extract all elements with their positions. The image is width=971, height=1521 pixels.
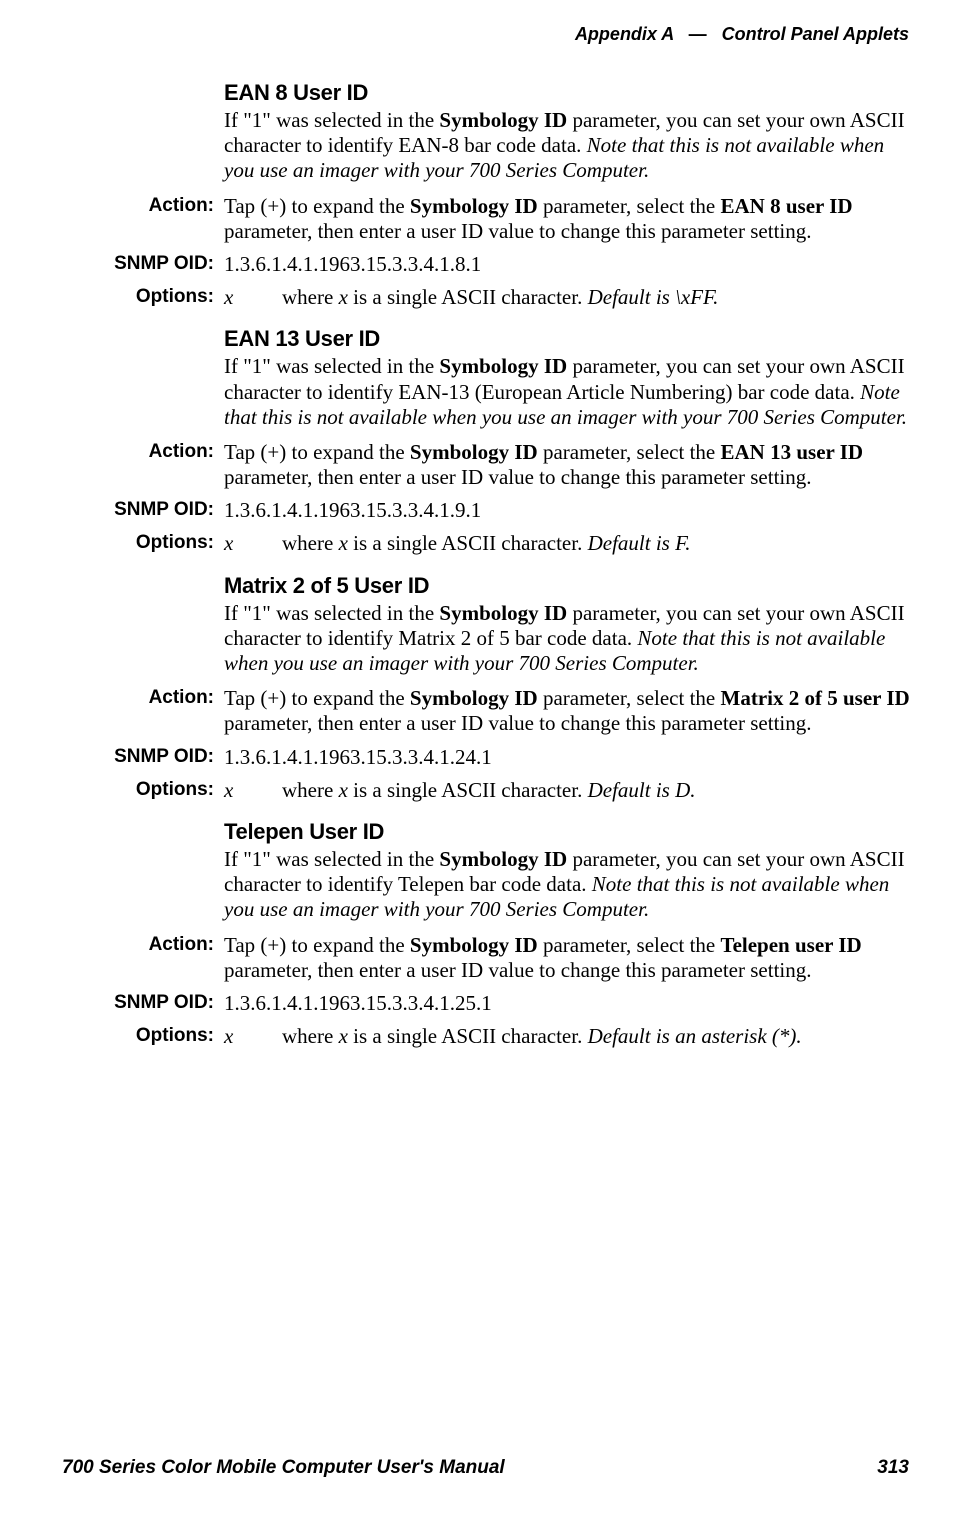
snmp-label: SNMP OID: [92,252,224,277]
snmp-label: SNMP OID: [92,745,224,770]
snmp-row: SNMP OID: 1.3.6.1.4.1.1963.15.3.3.4.1.24… [92,745,914,770]
action-label: Action: [92,194,224,244]
snmp-value: 1.3.6.1.4.1.1963.15.3.3.4.1.9.1 [224,498,914,523]
action-value: Tap (+) to expand the Symbology ID param… [224,194,914,244]
options-label: Options: [92,1024,224,1049]
options-value: x where x is a single ASCII character. D… [224,531,914,556]
options-row: Options: x where x is a single ASCII cha… [92,1024,914,1049]
snmp-row: SNMP OID: 1.3.6.1.4.1.1963.15.3.3.4.1.9.… [92,498,914,523]
page-footer: 700 Series Color Mobile Computer User's … [62,1457,909,1479]
options-value: x where x is a single ASCII character. D… [224,1024,914,1049]
action-label: Action: [92,440,224,490]
action-row: Action: Tap (+) to expand the Symbology … [92,194,914,244]
options-label: Options: [92,778,224,803]
action-row: Action: Tap (+) to expand the Symbology … [92,933,914,983]
section-title: Matrix 2 of 5 User ID [224,573,914,599]
footer-page-number: 313 [877,1457,909,1479]
snmp-value: 1.3.6.1.4.1.1963.15.3.3.4.1.24.1 [224,745,914,770]
options-label: Options: [92,285,224,310]
footer-manual-title: 700 Series Color Mobile Computer User's … [62,1457,505,1479]
header-title: Control Panel Applets [722,24,909,44]
action-row: Action: Tap (+) to expand the Symbology … [92,440,914,490]
section-matrix25: Matrix 2 of 5 User ID If "1" was selecte… [92,573,914,803]
section-title: EAN 8 User ID [224,80,914,106]
options-value: x where x is a single ASCII character. D… [224,778,914,803]
snmp-label: SNMP OID: [92,991,224,1016]
options-x: x [224,285,282,310]
section-intro: If "1" was selected in the Symbology ID … [224,108,914,184]
section-ean13: EAN 13 User ID If "1" was selected in th… [92,326,914,556]
options-desc: where x is a single ASCII character. Def… [282,778,914,803]
options-desc: where x is a single ASCII character. Def… [282,1024,914,1049]
options-desc: where x is a single ASCII character. Def… [282,285,914,310]
action-value: Tap (+) to expand the Symbology ID param… [224,440,914,490]
action-value: Tap (+) to expand the Symbology ID param… [224,686,914,736]
action-label: Action: [92,933,224,983]
options-row: Options: x where x is a single ASCII cha… [92,531,914,556]
snmp-value: 1.3.6.1.4.1.1963.15.3.3.4.1.8.1 [224,252,914,277]
section-intro: If "1" was selected in the Symbology ID … [224,847,914,923]
section-telepen: Telepen User ID If "1" was selected in t… [92,819,914,1049]
snmp-value: 1.3.6.1.4.1.1963.15.3.3.4.1.25.1 [224,991,914,1016]
options-x: x [224,531,282,556]
options-x: x [224,778,282,803]
section-intro: If "1" was selected in the Symbology ID … [224,601,914,677]
snmp-row: SNMP OID: 1.3.6.1.4.1.1963.15.3.3.4.1.25… [92,991,914,1016]
page-header: Appendix A — Control Panel Applets [575,24,909,45]
options-label: Options: [92,531,224,556]
header-dash: — [689,24,707,44]
snmp-label: SNMP OID: [92,498,224,523]
header-appendix: Appendix A [575,24,674,44]
page-content: EAN 8 User ID If "1" was selected in the… [92,80,914,1065]
section-intro: If "1" was selected in the Symbology ID … [224,354,914,430]
options-row: Options: x where x is a single ASCII cha… [92,778,914,803]
options-row: Options: x where x is a single ASCII cha… [92,285,914,310]
action-row: Action: Tap (+) to expand the Symbology … [92,686,914,736]
section-ean8: EAN 8 User ID If "1" was selected in the… [92,80,914,310]
options-x: x [224,1024,282,1049]
action-value: Tap (+) to expand the Symbology ID param… [224,933,914,983]
options-value: x where x is a single ASCII character. D… [224,285,914,310]
section-title: Telepen User ID [224,819,914,845]
snmp-row: SNMP OID: 1.3.6.1.4.1.1963.15.3.3.4.1.8.… [92,252,914,277]
action-label: Action: [92,686,224,736]
section-title: EAN 13 User ID [224,326,914,352]
options-desc: where x is a single ASCII character. Def… [282,531,914,556]
